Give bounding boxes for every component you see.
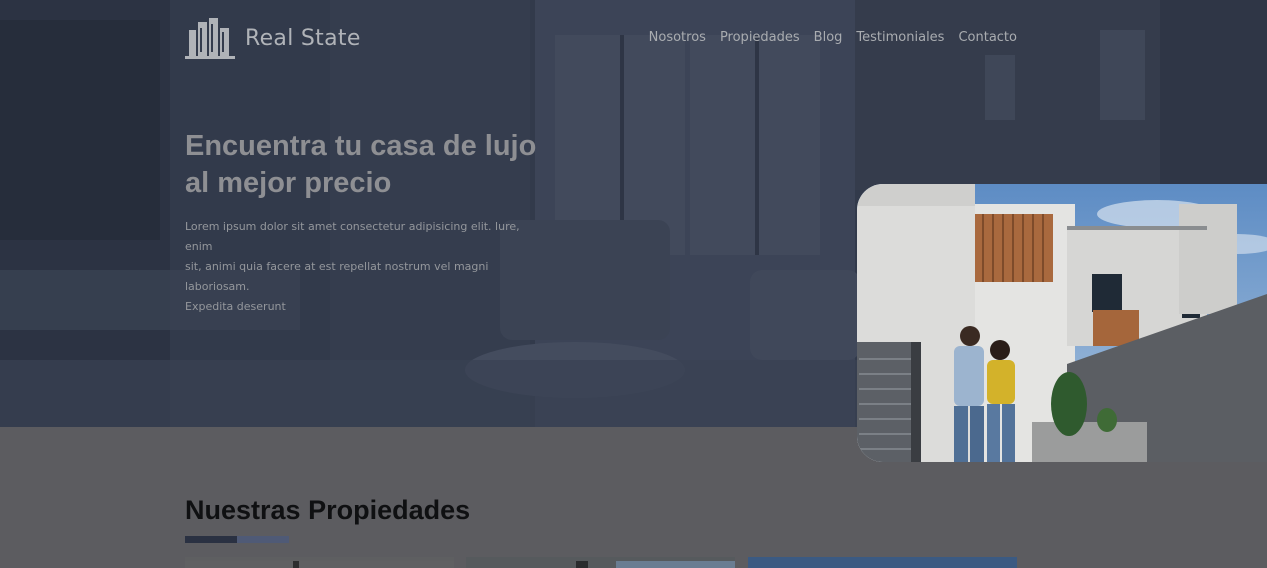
title-underline (185, 536, 289, 543)
nav-link-contacto[interactable]: Contacto (958, 30, 1017, 45)
brand-name: Real State (245, 25, 361, 51)
nav-link-nosotros[interactable]: Nosotros (649, 30, 706, 45)
buildings-icon (185, 18, 235, 59)
property-photo-1 (185, 561, 454, 568)
brand-logo[interactable]: Real State (185, 16, 361, 60)
hero-headline-line-1: Encuentra tu casa de lujo (185, 130, 537, 162)
hero-description-line-3: Expedita deserunt (185, 300, 286, 313)
properties-section-title: Nuestras Propiedades (185, 495, 470, 526)
underline-dark-segment (185, 536, 237, 543)
nav-link-testimoniales[interactable]: Testimoniales (856, 30, 944, 45)
hero-description-line-1: Lorem ipsum dolor sit amet consectetur a… (185, 220, 520, 253)
top-navigation: Real State Nosotros Propiedades Blog Tes… (185, 14, 1017, 64)
main-menu: Nosotros Propiedades Blog Testimoniales … (649, 30, 1017, 45)
featured-house-image (857, 184, 1267, 462)
hero-headline: Encuentra tu casa de lujo al mejor preci… (185, 128, 545, 202)
hero-headline-line-2: al mejor precio (185, 167, 392, 199)
nav-link-blog[interactable]: Blog (814, 30, 843, 45)
property-card-image[interactable] (466, 557, 735, 568)
property-photo-3 (748, 561, 1017, 568)
hero-description: Lorem ipsum dolor sit amet consectetur a… (185, 217, 537, 317)
properties-title-bold: Propiedades (308, 495, 471, 525)
property-photo-2 (466, 561, 735, 568)
property-card-image[interactable] (185, 557, 454, 568)
house-photo (857, 184, 1267, 462)
underline-light-segment (237, 536, 289, 543)
nav-link-propiedades[interactable]: Propiedades (720, 30, 800, 45)
property-card-image[interactable] (748, 557, 1017, 568)
hero-description-line-2: sit, animi quia facere at est repellat n… (185, 260, 489, 293)
properties-title-regular: Nuestras (185, 495, 301, 525)
